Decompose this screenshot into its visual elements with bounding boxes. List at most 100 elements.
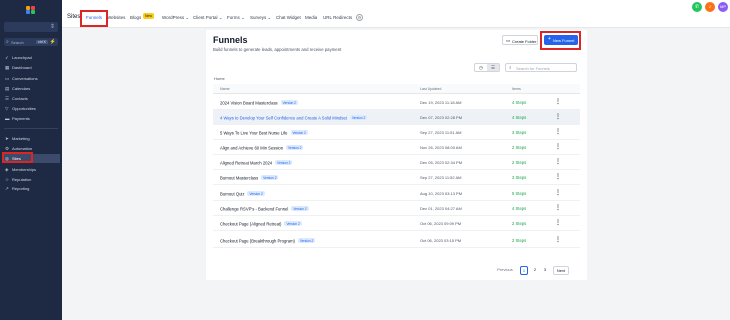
user-avatar[interactable]: MP xyxy=(718,2,728,12)
last-updated: Oct 06, 2023 09:09 PM xyxy=(420,221,462,226)
sidebar-item-dashboard[interactable]: ▦ Dashboard xyxy=(2,63,60,72)
tab-blogs[interactable]: Blogs xyxy=(130,15,141,20)
last-updated: Dec 19, 2023 11:18 AM xyxy=(420,100,462,105)
table-row[interactable]: Checkout Page (Aligned Retreat) Version 2… xyxy=(213,216,580,231)
funnel-name-text[interactable]: Aligned Retreat March 2024 xyxy=(220,161,272,166)
app-logo-icon xyxy=(26,6,36,14)
clock-view-icon[interactable]: ◷ xyxy=(475,64,487,71)
funnel-name-text[interactable]: 2024 Vision Board Masterclass xyxy=(220,101,278,106)
pagination-previous[interactable]: Previous xyxy=(494,266,516,275)
lightning-icon[interactable]: ⚡ xyxy=(50,39,56,45)
more-options-icon[interactable]: ⋮ xyxy=(555,128,561,135)
tab-chat-widget[interactable]: Chat Widget xyxy=(276,15,301,20)
last-updated: Sep 27, 2023 11:51 AM xyxy=(420,130,462,135)
sidebar-item-reputation[interactable]: ☆ Reputation xyxy=(2,175,60,184)
last-updated: Dec 07, 2023 02:28 PM xyxy=(420,115,463,120)
funnel-name[interactable]: Align and Achieve 60 Min Session Version … xyxy=(220,145,304,151)
funnel-name-text[interactable]: Checkout Page (Breakthrough Program) xyxy=(220,239,295,244)
version-badge: Version 2 xyxy=(284,221,302,226)
funnel-name-text[interactable]: Checkout Page (Aligned Retreat) xyxy=(220,222,281,227)
tab-media[interactable]: Media xyxy=(305,15,317,20)
more-options-icon[interactable]: ⋮ xyxy=(555,219,561,226)
pagination-page-1[interactable]: 1 xyxy=(520,266,528,275)
tab-url-redirects[interactable]: URL Redirects xyxy=(323,15,352,20)
table-row[interactable]: 5 Ways To Live Your Best Nurse Life Versi… xyxy=(213,125,580,140)
table-row[interactable]: Align and Achieve 60 Min Session Version … xyxy=(213,140,580,155)
more-options-icon[interactable]: ⋮ xyxy=(555,143,561,150)
sidebar-item-payments[interactable]: ▬ Payments xyxy=(2,114,60,123)
sidebar-divider xyxy=(4,128,58,129)
funnel-name-text[interactable]: Align and Achieve 60 Min Session xyxy=(220,146,283,151)
funnel-name-text[interactable]: Burnout Quiz xyxy=(220,192,244,197)
settings-gear-icon[interactable]: ⚙ xyxy=(356,14,363,21)
table-row[interactable]: Burnout Masterclass Version 2 Sep 27, 202… xyxy=(213,170,580,185)
table-row[interactable]: Challenge RSVP's - Backend Funnel Version… xyxy=(213,201,580,216)
sidebar-search[interactable]: ⌕ Search ctrl K ⚡ xyxy=(4,38,58,46)
funnel-name[interactable]: Checkout Page (Breakthrough Program) Vers… xyxy=(220,238,316,244)
more-options-icon[interactable]: ⋮ xyxy=(555,204,561,211)
sidebar-item-opportunities[interactable]: ▽ Opportunities xyxy=(2,104,60,113)
sidebar-item-memberships[interactable]: ◈ Memberships xyxy=(2,165,60,174)
chevron-updown-icon: ⇕ xyxy=(49,24,55,30)
tab-client-portal[interactable]: Client Portal ⌄ xyxy=(193,15,223,21)
sidebar-item-label: Calendars xyxy=(12,86,31,91)
funnel-name[interactable]: 5 Ways To Live Your Best Nurse Life Versi… xyxy=(220,130,308,136)
top-navigation: Sites Funnels Websites Blogs New WordPre… xyxy=(62,0,730,28)
table-row[interactable]: 4 Ways to Develop Your Self Confidence a… xyxy=(213,110,580,125)
more-options-icon[interactable]: ⋮ xyxy=(555,158,561,165)
more-options-icon[interactable]: ⋮ xyxy=(555,98,561,105)
table-row[interactable]: 2024 Vision Board Masterclass Version 2 D… xyxy=(213,95,580,110)
send-icon: ➤ xyxy=(5,135,9,141)
steps-count: 3 Steps xyxy=(512,175,527,180)
funnel-name[interactable]: Challenge RSVP's - Backend Funnel Version… xyxy=(220,206,309,212)
table-row[interactable]: Aligned Retreat March 2024 Version 2 Dec … xyxy=(213,155,580,170)
tab-websites[interactable]: Websites xyxy=(107,15,125,20)
more-options-icon[interactable]: ⋮ xyxy=(555,173,561,180)
funnel-name[interactable]: Checkout Page (Aligned Retreat) Version 2 xyxy=(220,221,302,227)
steps-count: 2 Steps xyxy=(512,238,527,243)
chart-icon: ↗ xyxy=(5,185,9,191)
location-switcher[interactable]: ⇕ xyxy=(4,22,58,32)
table-row[interactable]: Checkout Page (Breakthrough Program) Vers… xyxy=(213,233,580,248)
create-folder-label: Create Folder xyxy=(512,38,537,44)
funnel-search-input[interactable]: ⌕ Search for Funnels xyxy=(505,63,577,72)
search-shortcut: ctrl K xyxy=(36,39,48,44)
funnel-name-text[interactable]: 5 Ways To Live Your Best Nurse Life xyxy=(220,131,288,136)
more-options-icon[interactable]: ⋮ xyxy=(555,113,561,120)
phone-icon[interactable]: ✆ xyxy=(692,2,702,12)
filter-icon: ▽ xyxy=(5,105,9,111)
sidebar-item-contacts[interactable]: ☰ Contacts xyxy=(2,94,60,103)
version-badge: Version 2 xyxy=(349,115,368,120)
tab-wordpress[interactable]: WordPress ⌄ xyxy=(162,15,189,21)
pagination-next[interactable]: Next xyxy=(553,266,569,275)
calendar-icon: ▤ xyxy=(5,85,10,91)
sidebar-item-calendars[interactable]: ▤ Calendars xyxy=(2,84,60,93)
funnel-name-text[interactable]: 4 Ways to Develop Your Self Confidence a… xyxy=(220,116,347,121)
highlight-sites-box xyxy=(2,152,33,163)
version-badge: Version 2 xyxy=(280,100,298,105)
more-options-icon[interactable]: ⋮ xyxy=(555,236,561,243)
steps-count: 2 Steps xyxy=(512,145,527,150)
funnel-name[interactable]: 4 Ways to Develop Your Self Confidence a… xyxy=(220,115,368,121)
funnel-name[interactable]: Aligned Retreat March 2024 Version 2 xyxy=(220,160,293,166)
pagination-page-3[interactable]: 3 xyxy=(541,266,549,275)
funnel-name[interactable]: Burnout Quiz Version 2 xyxy=(220,191,265,197)
breadcrumb[interactable]: Home xyxy=(214,76,225,81)
notification-bell-icon[interactable]: ♪ xyxy=(705,2,715,12)
funnel-name-text[interactable]: Challenge RSVP's - Backend Funnel xyxy=(220,207,288,212)
funnel-name[interactable]: 2024 Vision Board Masterclass Version 2 xyxy=(220,100,298,106)
funnel-name-text[interactable]: Burnout Masterclass xyxy=(220,176,258,181)
sidebar-item-label: Payments xyxy=(12,116,30,121)
create-folder-button[interactable]: ▭ Create Folder xyxy=(502,35,538,45)
table-row[interactable]: Burnout Quiz Version 2 Aug 10, 2023 03:13… xyxy=(213,186,580,201)
tab-surveys[interactable]: Surveys ⌄ xyxy=(250,15,271,21)
funnel-name[interactable]: Burnout Masterclass Version 2 xyxy=(220,175,279,181)
sidebar-item-marketing[interactable]: ➤ Marketing xyxy=(2,134,60,143)
more-options-icon[interactable]: ⋮ xyxy=(555,189,561,196)
sidebar-item-launchpad[interactable]: ➶ Launchpad xyxy=(2,53,60,62)
sidebar-item-reporting[interactable]: ↗ Reporting xyxy=(2,184,60,193)
list-view-icon[interactable]: ☰ xyxy=(487,64,499,71)
tab-forms[interactable]: Forms ⌄ xyxy=(227,15,245,21)
sidebar-item-conversations[interactable]: ▭ Conversations xyxy=(2,74,60,83)
pagination-page-2[interactable]: 2 xyxy=(531,266,539,275)
